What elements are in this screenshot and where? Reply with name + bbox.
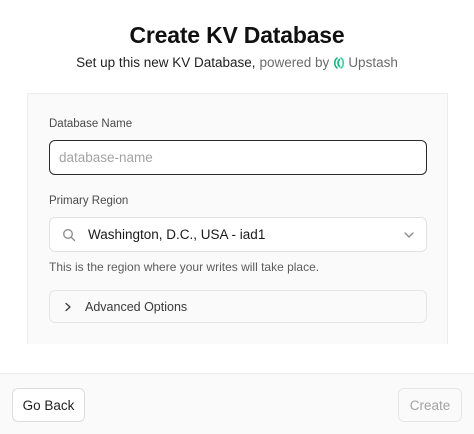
create-button[interactable]: Create xyxy=(398,388,462,422)
brand-name: Upstash xyxy=(348,55,398,70)
advanced-options-toggle[interactable]: Advanced Options xyxy=(49,290,427,323)
page-subtitle: Set up this new KV Database, powered by … xyxy=(0,55,474,70)
footer-bar: Go Back Create xyxy=(0,373,474,434)
chevron-right-icon xyxy=(65,302,71,311)
region-select-value: Washington, D.C., USA - iad1 xyxy=(88,227,266,242)
primary-region-label: Primary Region xyxy=(49,195,129,207)
upstash-logo-icon xyxy=(334,56,345,69)
search-icon xyxy=(63,228,76,241)
page-title: Create KV Database xyxy=(129,22,345,48)
chevron-down-icon xyxy=(404,232,414,238)
database-name-input[interactable] xyxy=(49,140,427,175)
go-back-button[interactable]: Go Back xyxy=(12,388,85,422)
subtitle-text: Set up this new KV Database, xyxy=(76,55,256,70)
powered-by-text: powered by xyxy=(259,55,330,70)
advanced-options-label: Advanced Options xyxy=(85,299,188,314)
database-name-label: Database Name xyxy=(49,118,133,130)
region-select[interactable]: Washington, D.C., USA - iad1 xyxy=(49,217,427,252)
brand-link[interactable]: Upstash xyxy=(333,55,398,70)
form-card: Database Name Primary Region Washington,… xyxy=(27,93,448,344)
region-help-text: This is the region where your writes wil… xyxy=(49,260,320,274)
